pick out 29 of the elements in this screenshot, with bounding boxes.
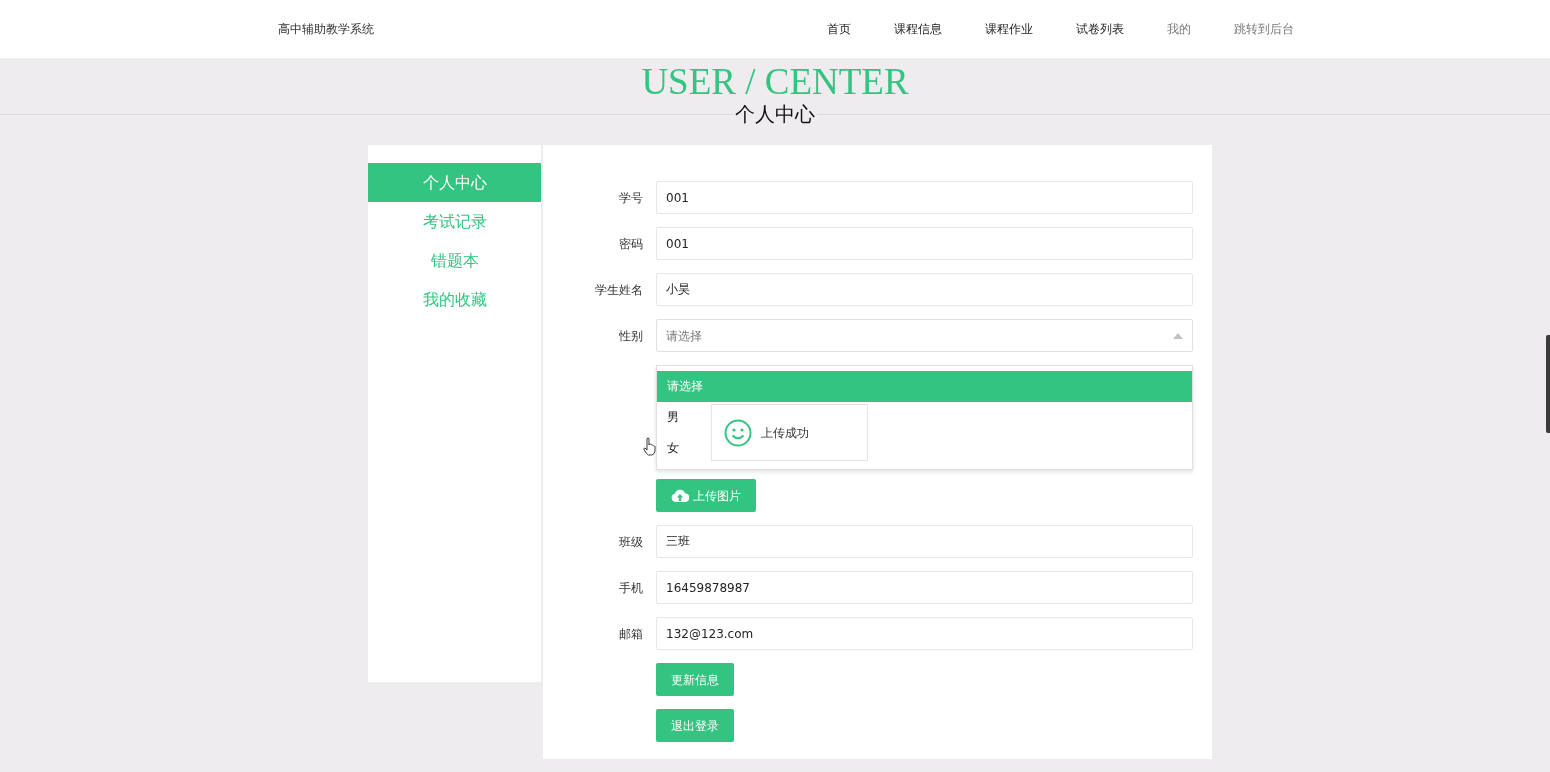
banner-subtitle: 个人中心 <box>733 101 817 127</box>
input-field[interactable]: 三班 <box>656 525 1193 558</box>
field-label: 学生姓名 <box>594 281 644 299</box>
input-field[interactable]: 16459878987 <box>656 571 1193 604</box>
nav-link[interactable]: 跳转到后台 <box>1234 20 1294 38</box>
dropdown-option[interactable]: 女 <box>667 441 679 455</box>
field-label: 性别 <box>618 327 644 345</box>
nav-link[interactable]: 课程信息 <box>894 20 942 38</box>
select-field[interactable]: 请选择 <box>656 319 1193 352</box>
smiley-icon <box>724 418 752 447</box>
input-field[interactable]: 001 <box>656 181 1193 214</box>
toast-message: 上传成功 <box>711 404 868 461</box>
nav-link[interactable]: 课程作业 <box>985 20 1033 38</box>
dropdown-option[interactable]: 男 <box>667 410 679 424</box>
site-title: 高中辅助教学系统 <box>278 21 374 38</box>
field-label: 手机 <box>618 579 644 597</box>
nav-link[interactable]: 我的 <box>1167 20 1191 38</box>
nav-link[interactable]: 试卷列表 <box>1076 20 1124 38</box>
input-field[interactable]: 001 <box>656 227 1193 260</box>
field-label: 邮箱 <box>618 625 644 643</box>
nav-link[interactable]: 首页 <box>827 20 851 38</box>
field-label: 学号 <box>618 189 644 207</box>
banner-title: USER / CENTER <box>641 61 909 102</box>
field-label: 密码 <box>618 235 644 253</box>
cloud-upload-icon <box>671 489 689 502</box>
input-field[interactable]: 132@123.com <box>656 617 1193 650</box>
field-label: 班级 <box>618 533 644 551</box>
input-field[interactable]: 小昊 <box>656 273 1193 306</box>
scroll-handle[interactable] <box>1546 335 1550 433</box>
